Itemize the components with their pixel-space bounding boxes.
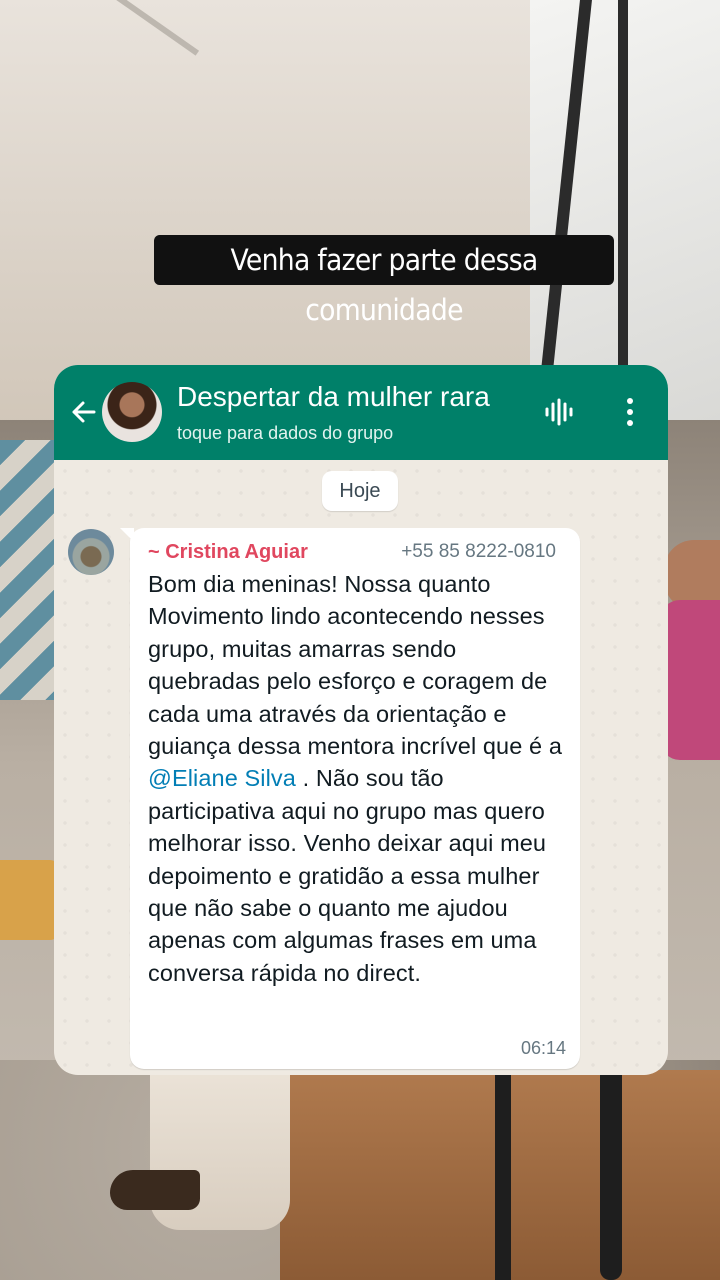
message-text: Bom dia meninas! Nossa quanto Movimento … [148,568,568,989]
back-arrow-icon[interactable] [68,397,98,427]
story-caption: Venha fazer parte dessa comunidade [154,235,614,327]
message-time: 06:14 [520,1038,566,1058]
more-options-icon[interactable] [620,396,640,428]
sender-avatar[interactable] [68,529,114,575]
chat-screenshot: Despertar da mulher rara toque para dado… [54,365,668,1075]
date-separator: Hoje [322,471,398,511]
message-bubble[interactable]: ~ Cristina Aguiar +55 85 8222-0810 Bom d… [120,528,580,1069]
chair-rail [495,1040,511,1280]
group-avatar[interactable] [102,382,162,442]
group-title[interactable]: Despertar da mulher rara [177,381,490,413]
mention-link[interactable]: @Eliane Silva [148,765,296,791]
sender-phone: +55 85 8222-0810 [401,541,556,562]
chair [0,860,60,940]
sandal [110,1170,200,1210]
sender-name[interactable]: ~ Cristina Aguiar [148,541,308,564]
group-subtitle[interactable]: toque para dados do grupo [177,423,393,444]
message-text-part: Bom dia meninas! Nossa quanto Movimento … [148,571,562,760]
bubble-tail [120,528,134,542]
chat-header[interactable]: Despertar da mulher rara toque para dado… [54,365,668,460]
voice-call-icon[interactable] [544,398,574,426]
message-text-part: . Não sou tão participativa aqui no grup… [148,765,547,986]
window-frame [618,0,628,370]
person-top [660,600,720,760]
